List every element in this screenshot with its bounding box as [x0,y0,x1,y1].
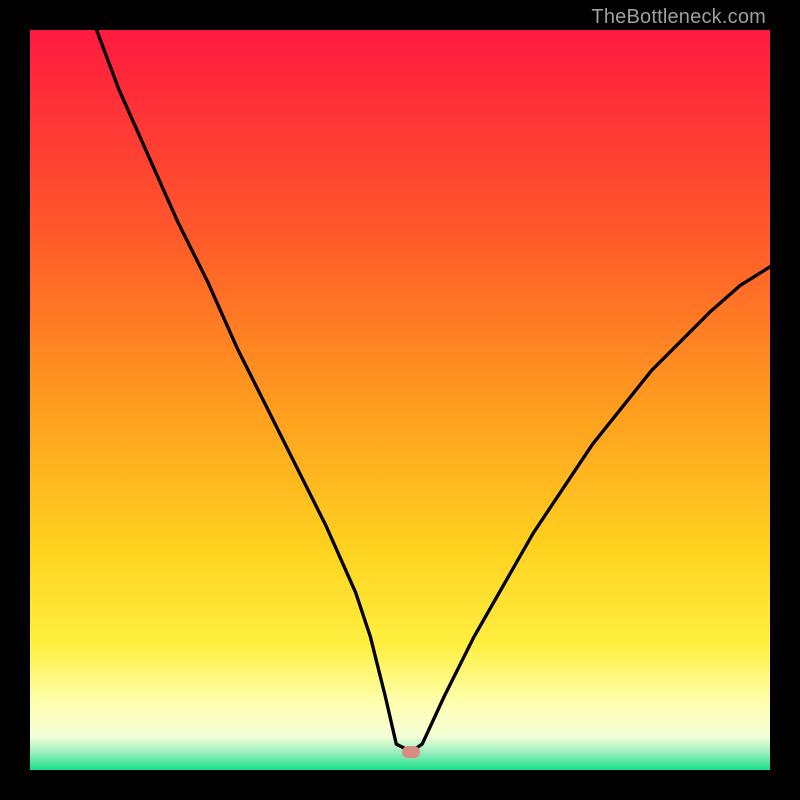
watermark: TheBottleneck.com [591,6,766,29]
plot-area [30,30,770,770]
bottleneck-curve [30,30,770,770]
optimal-marker [402,746,420,758]
frame: TheBottleneck.com [0,0,800,800]
